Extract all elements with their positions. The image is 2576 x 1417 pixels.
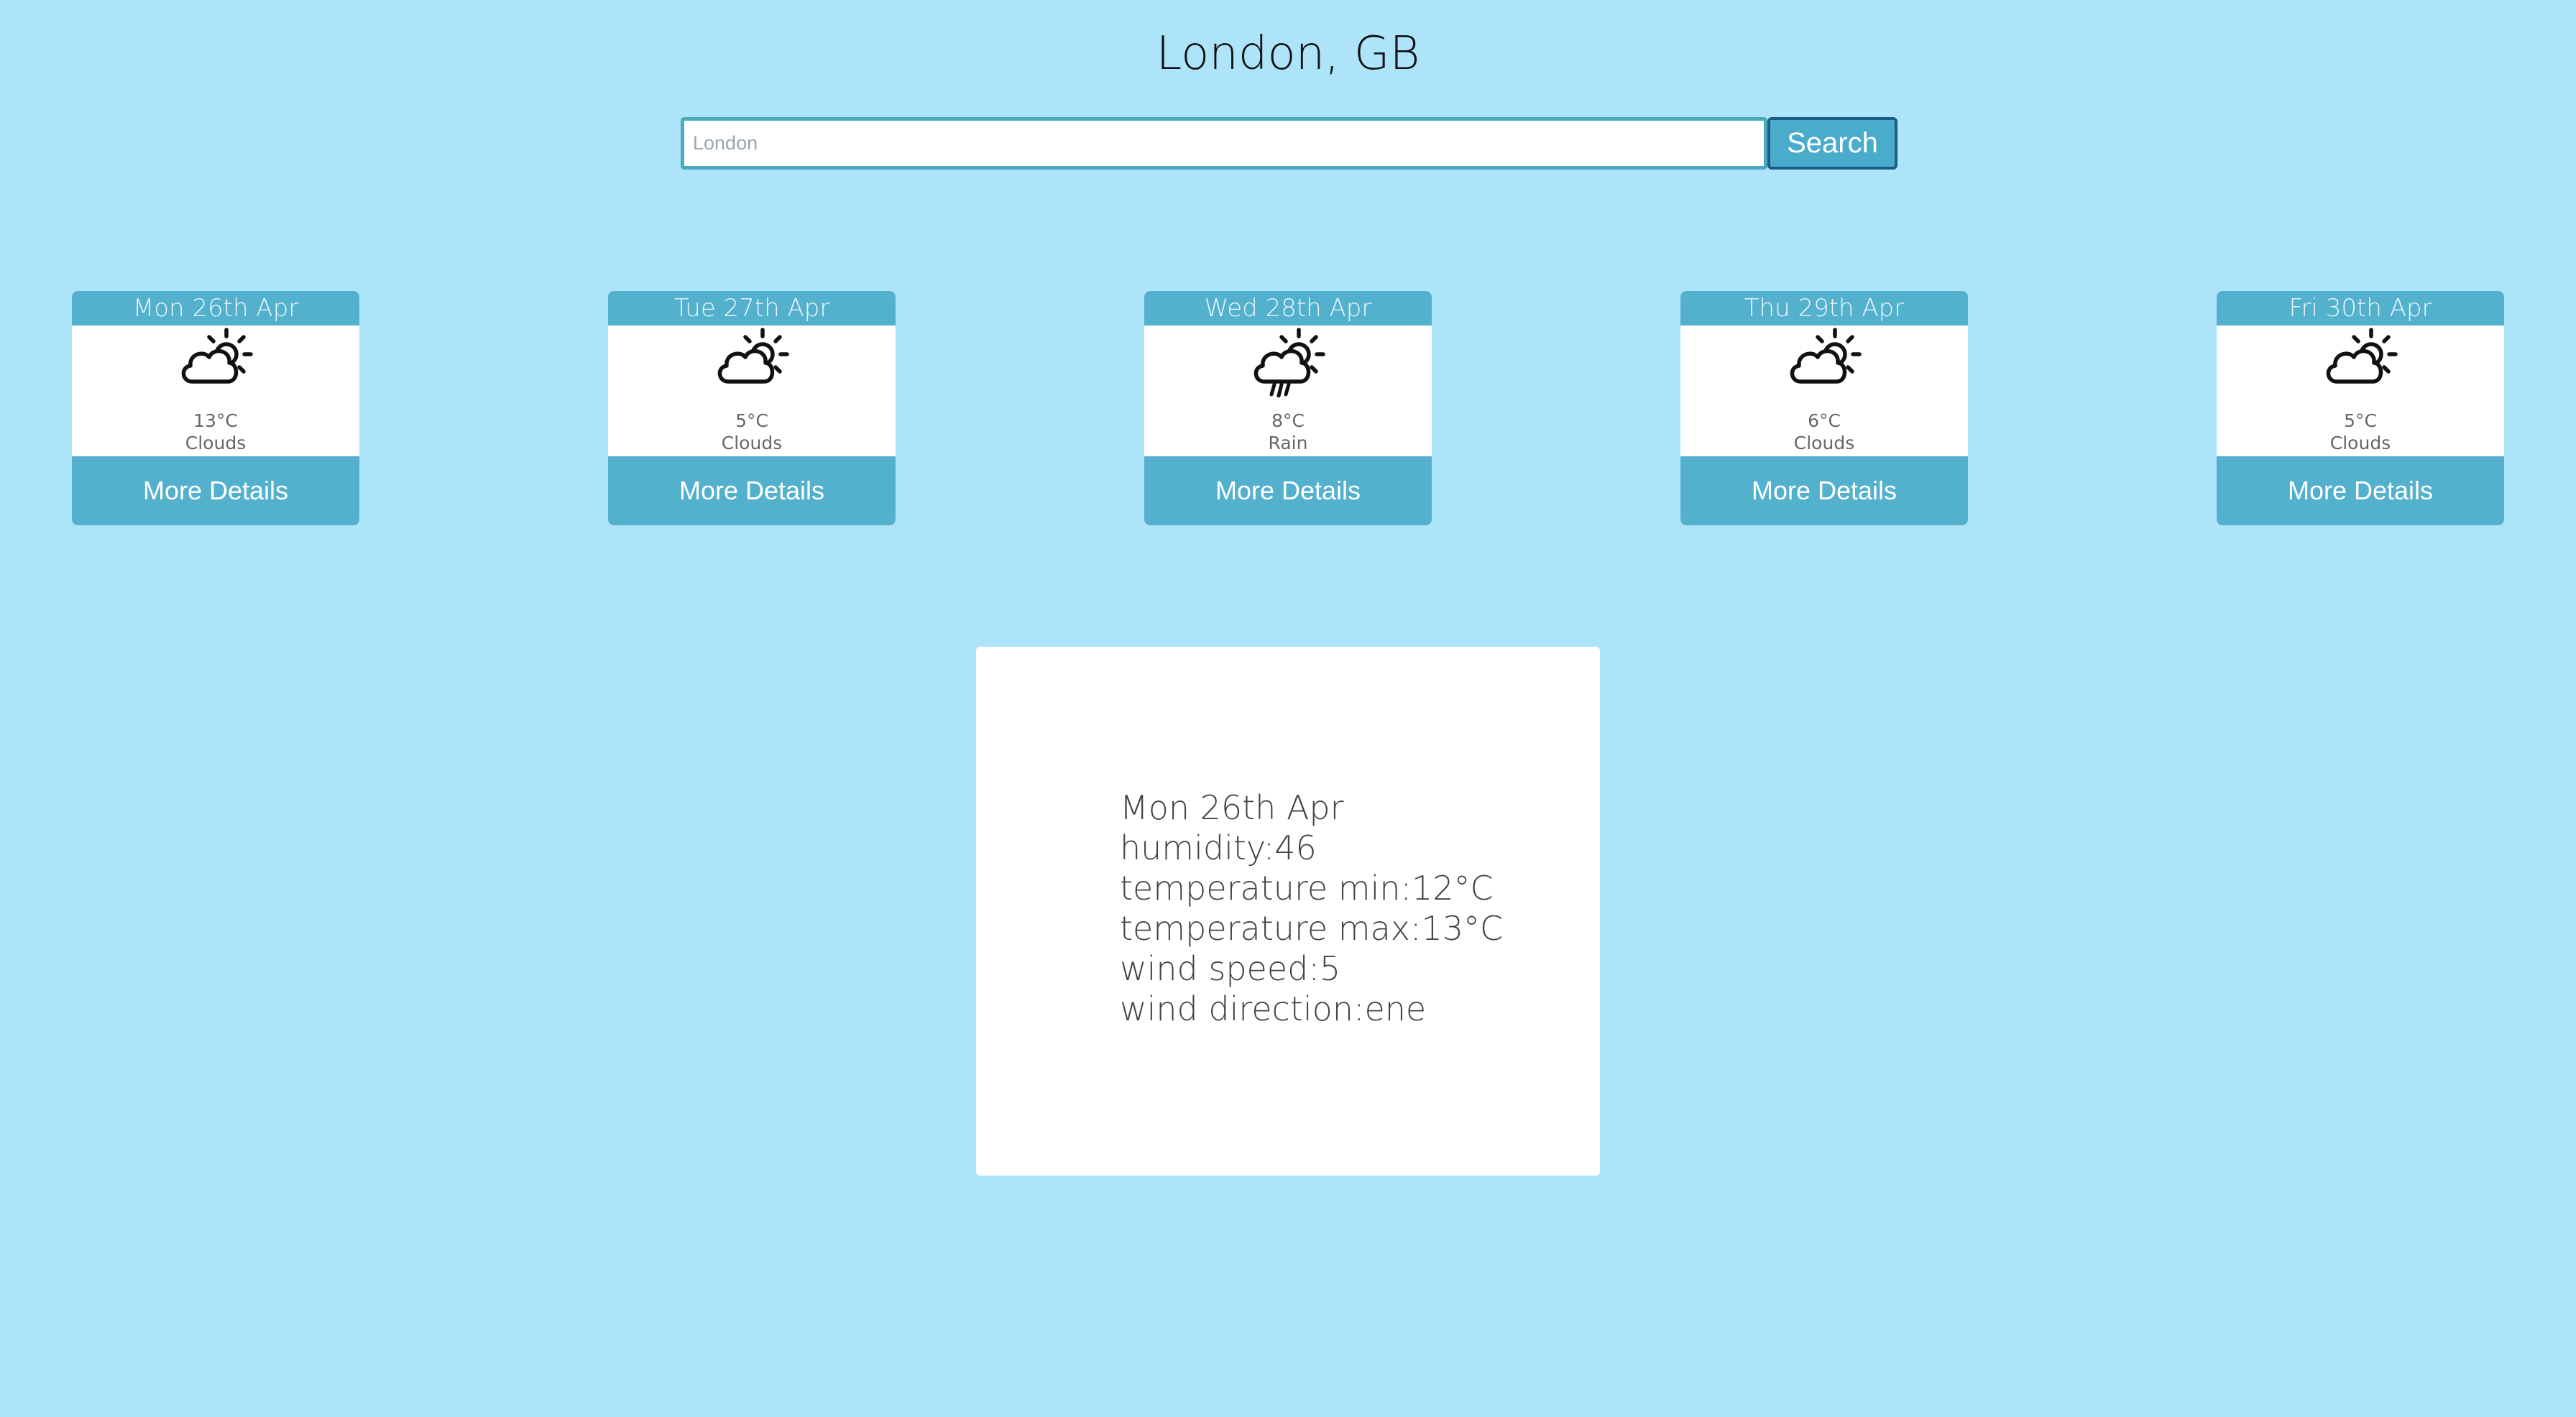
- more-details-button[interactable]: More Details: [1144, 456, 1432, 525]
- forecast-card-body: 5°C Clouds: [2217, 326, 2504, 456]
- forecast-temp: 6°C: [1808, 410, 1841, 431]
- forecast-card-body: 5°C Clouds: [608, 326, 896, 456]
- forecast-description: Clouds: [185, 433, 247, 453]
- forecast-temp: 5°C: [2344, 410, 2377, 431]
- forecast-card-fri: Fri 30th Apr 5°C Clouds More Details: [2217, 291, 2504, 525]
- details-temp-min: temperature min:12°C: [1120, 869, 1494, 908]
- partly-cloudy-icon: [2321, 326, 2400, 397]
- details-humidity: humidity:46: [1120, 828, 1317, 867]
- forecast-temp: 8°C: [1271, 410, 1305, 431]
- details-panel: Mon 26th Apr humidity:46 temperature min…: [976, 647, 1600, 1176]
- forecast-description: Clouds: [2329, 433, 2391, 453]
- rain-sun-icon: [1248, 326, 1328, 397]
- forecast-temp: 5°C: [735, 410, 768, 431]
- forecast-date: Thu 29th Apr: [1680, 291, 1968, 326]
- partly-cloudy-icon: [176, 326, 255, 397]
- details-temp-max: temperature max:13°C: [1120, 909, 1504, 948]
- more-details-button[interactable]: More Details: [72, 456, 359, 525]
- forecast-date: Fri 30th Apr: [2217, 291, 2504, 326]
- forecast-date: Mon 26th Apr: [72, 291, 359, 326]
- forecast-description: Clouds: [1793, 433, 1855, 453]
- details-wind-direction: wind direction:ene: [1120, 989, 1427, 1028]
- forecast-card-mon: Mon 26th Apr 13°C Clouds More Details: [72, 291, 359, 525]
- details-list: Mon 26th Apr humidity:46 temperature min…: [1120, 788, 1503, 1029]
- search-button[interactable]: Search: [1767, 117, 1898, 170]
- forecast-card-body: 8°C Rain: [1144, 326, 1432, 456]
- search-input[interactable]: [681, 117, 1767, 170]
- forecast-list: Mon 26th Apr 13°C Clouds More Details Tu…: [0, 291, 2576, 525]
- forecast-temp: 13°C: [193, 410, 238, 431]
- forecast-card-body: 13°C Clouds: [72, 326, 359, 456]
- more-details-button[interactable]: More Details: [2217, 456, 2504, 525]
- forecast-description: Rain: [1268, 433, 1308, 453]
- details-wind-speed: wind speed:5: [1120, 949, 1341, 988]
- more-details-button[interactable]: More Details: [608, 456, 896, 525]
- forecast-date: Tue 27th Apr: [608, 291, 896, 326]
- more-details-button[interactable]: More Details: [1680, 456, 1968, 525]
- partly-cloudy-icon: [712, 326, 791, 397]
- partly-cloudy-icon: [1785, 326, 1864, 397]
- forecast-date: Wed 28th Apr: [1144, 291, 1432, 326]
- page-title: London, GB: [1156, 27, 1420, 80]
- forecast-card-wed: Wed 28th Apr 8°C Rain More Details: [1144, 291, 1432, 525]
- forecast-card-tue: Tue 27th Apr 5°C Clouds More Details: [608, 291, 896, 525]
- details-date: Mon 26th Apr: [1120, 788, 1344, 827]
- forecast-card-thu: Thu 29th Apr 6°C Clouds More Details: [1680, 291, 1968, 525]
- forecast-card-body: 6°C Clouds: [1680, 326, 1968, 456]
- search-bar: Search: [681, 117, 1898, 170]
- forecast-description: Clouds: [721, 433, 783, 453]
